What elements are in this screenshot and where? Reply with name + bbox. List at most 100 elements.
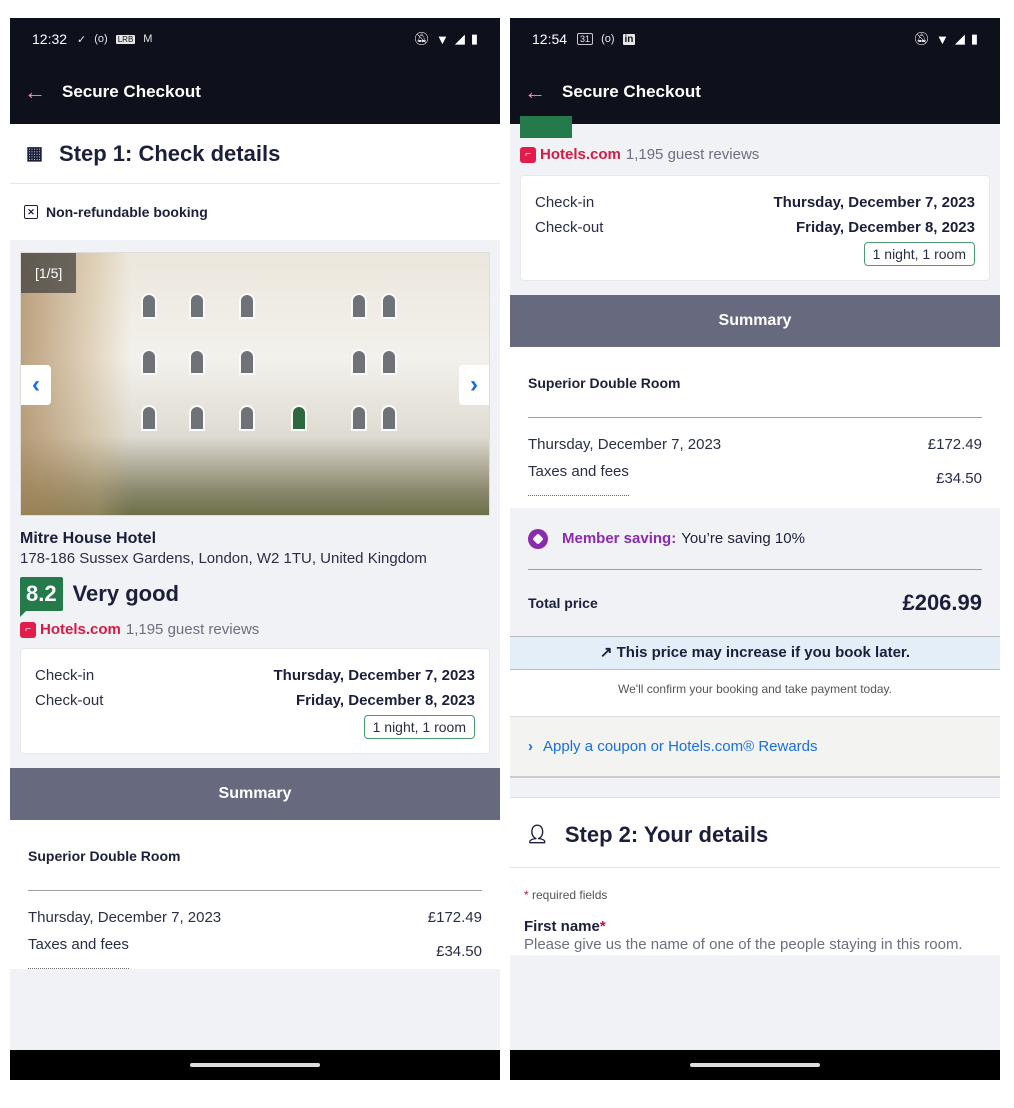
rating: 8.2 Very good [10,567,500,617]
summary-body: Superior Double Room Thursday, December … [10,820,500,969]
price-row: Taxes and fees £34.50 [528,462,982,496]
step2-heading: 👤︎ Step 2: Your details [510,798,1000,868]
status-time: 12:54 [532,31,568,47]
member-saving-section: Member saving: You’re saving 10% Total p… [510,508,1000,636]
checkout-label: Check-out [35,692,104,709]
taxes-fees-link[interactable]: Taxes and fees [28,935,129,969]
price-row-value: £172.49 [427,909,482,926]
checkin-value: Thursday, December 7, 2023 [273,667,476,684]
price-row-value: £172.49 [927,436,982,453]
hotel-address: 178-186 Sussex Gardens, London, W2 1TU, … [20,550,427,567]
person-icon: 👤︎ [526,824,549,844]
price-row: Taxes and fees £34.50 [28,935,482,969]
status-time: 12:32 [32,31,68,47]
chevron-right-icon: › [528,738,533,755]
step1-heading: ▦ Step 1: Check details [10,124,500,184]
calendar-icon: ▦ [26,143,44,163]
nights-rooms-badge: 1 night, 1 room [863,242,975,266]
first-name-label: First name* [524,918,606,935]
apply-coupon-link[interactable]: › Apply a coupon or Hotels.com® Rewards [510,716,1000,778]
hotel-name: Mitre House Hotel [20,530,157,547]
apply-coupon-label: Apply a coupon or Hotels.com® Rewards [543,738,818,755]
radio-icon: (o) [601,33,615,45]
radio-icon: (o) [94,33,108,45]
brand-name: Hotels.com [540,146,621,163]
price-row: Thursday, December 7, 2023 £172.49 [528,428,982,462]
summary-header: Summary [510,295,1000,347]
nights-rooms-badge: 1 night, 1 room [363,715,475,739]
hotels-com-logo-icon: ⌐ [520,146,536,163]
payment-confirm-notice: We'll confirm your booking and take paym… [510,670,1000,716]
signal-icon: ◢ [454,31,465,46]
review-source: ⌐ Hotels.com 1,195 guest reviews [510,138,1000,163]
checkout-value: Friday, December 8, 2023 [296,692,475,709]
app-icon: LRB [115,34,136,44]
app-bar: ← Secure Checkout [10,60,500,124]
battery-icon: ▮ [970,31,978,46]
price-row: Thursday, December 7, 2023 £172.49 [28,901,482,935]
signal-icon: ◢ [954,31,965,46]
first-name-label-text: First name [524,918,600,935]
checkout-value: Friday, December 8, 2023 [796,219,975,236]
stay-dates-card: Check-in Thursday, December 7, 2023 Check… [20,648,490,754]
summary-header: Summary [10,768,500,820]
required-fields-text: required fields [532,888,608,902]
back-arrow-icon[interactable]: ← [24,79,46,105]
gmail-icon: M [143,33,153,45]
total-price-row: Total price £206.99 [528,570,982,636]
price-row-label: Thursday, December 7, 2023 [28,909,222,926]
system-nav-bar [510,1050,1000,1080]
non-refundable-label: Non-refundable booking [46,204,208,220]
page-title: Secure Checkout [62,82,201,101]
status-bar: 12:54 31 (o) in 🔕︎ ▼ ◢ ▮ [510,18,1000,60]
battery-icon: ▮ [470,31,478,46]
review-count: 1,195 guest reviews [125,621,260,638]
summary-body: Superior Double Room Thursday, December … [510,347,1000,508]
checkin-label: Check-in [535,194,595,211]
previous-photo-button[interactable]: ‹ [21,365,51,405]
home-handle[interactable] [190,1063,320,1067]
brand-name: Hotels.com [40,621,121,638]
price-row-label: Thursday, December 7, 2023 [528,436,722,453]
price-increase-notice: ↗ This price may increase if you book la… [510,636,1000,670]
checkout-label: Check-out [535,219,604,236]
rating-score-badge [520,116,572,138]
rating-score-badge: 8.2 [20,577,63,617]
tag-icon [528,528,548,549]
status-bar: 12:32 ✓ (o) LRB M 🔕︎ ▼ ◢ ▮ [10,18,500,60]
first-name-help: Please give us the name of one of the pe… [524,936,963,953]
member-saving-text: You’re saving 10% [681,530,805,547]
total-price-value: £206.99 [902,590,982,615]
step2-title: Step 2: Your details [564,821,769,847]
back-arrow-icon[interactable]: ← [524,79,546,105]
photo-counter: [1/5] [21,253,77,293]
review-source: ⌐ Hotels.com 1,195 guest reviews [10,611,500,638]
total-price-label: Total price [528,595,598,611]
calendar-x-icon: ✕ [24,205,38,219]
taxes-fees-link[interactable]: Taxes and fees [528,462,629,496]
screen-step1: 12:32 ✓ (o) LRB M 🔕︎ ▼ ◢ ▮ ← Secure Chec… [10,18,500,1080]
wifi-icon: ▼ [435,31,449,47]
hotels-com-logo-icon: ⌐ [20,621,36,638]
hotel-photo [21,253,489,515]
next-photo-button[interactable]: › [459,365,489,405]
trending-up-icon: ↗ [599,644,613,661]
system-nav-bar [10,1050,500,1080]
calendar-icon: 31 [577,33,594,45]
hotel-photo-gallery[interactable]: [1/5] ‹ › [20,252,490,516]
mute-icon: 🔕︎ [913,31,930,46]
mute-icon: 🔕︎ [413,31,430,46]
step1-title: Step 1: Check details [59,140,281,166]
check-circle-icon: ✓ [77,33,87,46]
price-row-value: £34.50 [936,470,982,487]
checkin-value: Thursday, December 7, 2023 [773,194,976,211]
step2-section: 👤︎ Step 2: Your details * required field… [510,798,1000,955]
review-count: 1,195 guest reviews [625,146,760,163]
linkedin-icon: in [622,33,636,45]
price-increase-text: This price may increase if you book late… [616,644,911,661]
home-handle[interactable] [690,1063,820,1067]
non-refundable-notice: ✕ Non-refundable booking [10,184,500,240]
required-fields-note: * required fields [524,888,608,902]
stay-dates-card: Check-in Thursday, December 7, 2023 Check… [520,175,990,281]
member-saving-label: Member saving: [562,530,677,547]
